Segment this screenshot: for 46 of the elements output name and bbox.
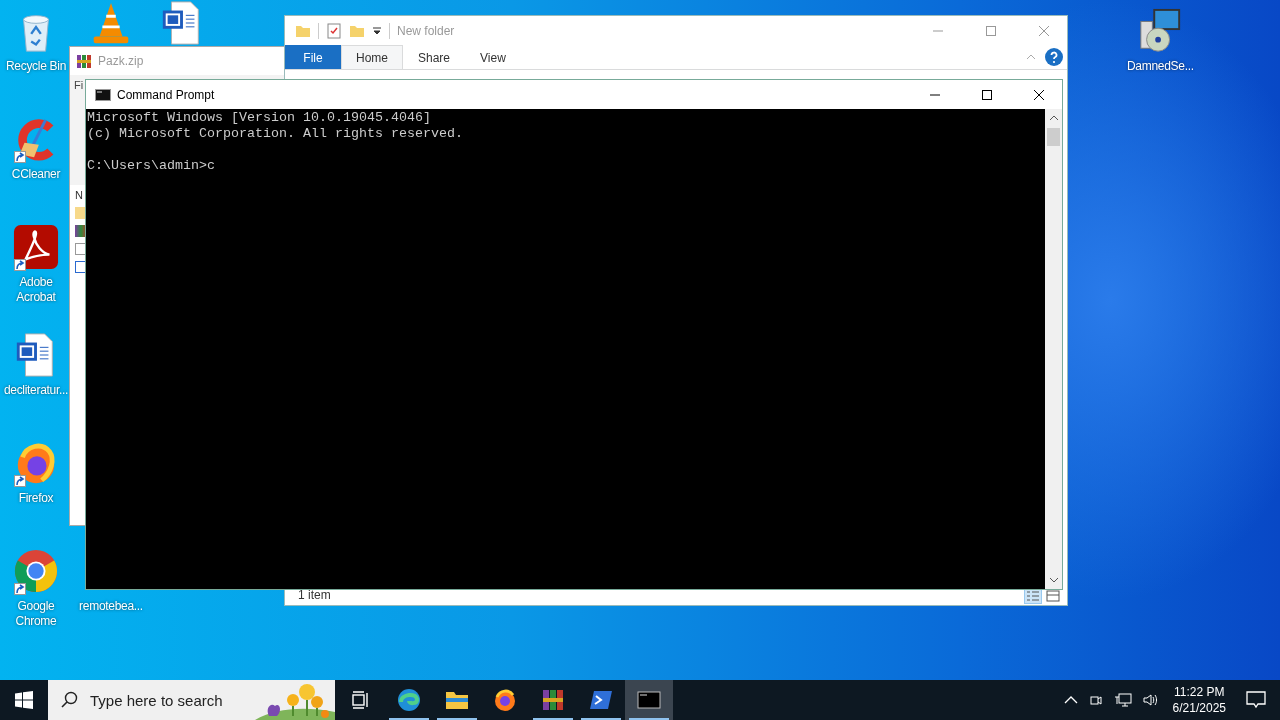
windows-logo-icon bbox=[15, 691, 33, 709]
task-view-icon bbox=[351, 691, 371, 709]
console-output: Microsoft Windows [Version 10.0.19045.4046] bbox=[87, 110, 432, 126]
ribbon-tab[interactable]: Home bbox=[341, 45, 403, 69]
search-icon bbox=[60, 691, 78, 709]
ribbon-tab[interactable]: File bbox=[285, 45, 341, 69]
terminal-icon bbox=[589, 688, 613, 712]
books-icon bbox=[541, 688, 565, 712]
books-icon bbox=[76, 53, 92, 69]
dropdown-icon[interactable] bbox=[372, 25, 382, 36]
chevron-up-icon[interactable] bbox=[1063, 695, 1078, 705]
ribbon-tab[interactable]: View bbox=[465, 45, 521, 69]
console-icon bbox=[95, 88, 111, 101]
scroll-up-icon[interactable] bbox=[1048, 114, 1059, 122]
window-title: New folder bbox=[397, 23, 455, 38]
ribbon-tab[interactable]: Share bbox=[403, 45, 466, 69]
window-title: Pazk.zip bbox=[98, 54, 144, 68]
close-icon[interactable] bbox=[1033, 88, 1045, 101]
notification-icon[interactable] bbox=[1246, 691, 1266, 709]
window-title: Command Prompt bbox=[117, 87, 215, 102]
fox-icon bbox=[493, 688, 517, 712]
scroll-thumb[interactable] bbox=[1047, 128, 1060, 146]
menu-item[interactable]: Fi bbox=[70, 75, 84, 95]
clock-date[interactable]: 6/21/2025 bbox=[1172, 700, 1226, 716]
pdf-app-icon[interactable] bbox=[13, 224, 59, 270]
console-output: (c) Microsoft Corporation. All rights reserved. bbox=[87, 126, 464, 142]
clock-time[interactable]: 11:22 PM bbox=[1174, 684, 1225, 700]
maximize-icon[interactable] bbox=[981, 88, 993, 101]
status-text: 1 item bbox=[298, 587, 331, 602]
scrollbar[interactable] bbox=[1045, 109, 1062, 589]
command-prompt-line[interactable]: C:\Users\admin>c bbox=[87, 158, 215, 174]
console-icon bbox=[637, 688, 661, 712]
chrome-icon[interactable] bbox=[13, 548, 59, 594]
computer-disc-icon[interactable] bbox=[1137, 8, 1183, 54]
speaker-icon[interactable] bbox=[1141, 692, 1160, 708]
checklist-icon[interactable] bbox=[326, 22, 342, 39]
help-icon[interactable] bbox=[1045, 48, 1063, 66]
tiles-view-icon[interactable] bbox=[1045, 589, 1061, 603]
desktop-icon-label[interactable]: DamnedSe... bbox=[1127, 59, 1193, 74]
search-input[interactable]: Type here to search bbox=[88, 690, 242, 710]
taskbar-app-button[interactable] bbox=[625, 680, 673, 720]
search-bar[interactable]: Type here to search bbox=[48, 680, 335, 720]
column-header[interactable]: N bbox=[75, 189, 83, 201]
scroll-down-icon[interactable] bbox=[1048, 576, 1059, 584]
network-icon[interactable] bbox=[1113, 692, 1132, 708]
swirl-icon bbox=[397, 688, 421, 712]
